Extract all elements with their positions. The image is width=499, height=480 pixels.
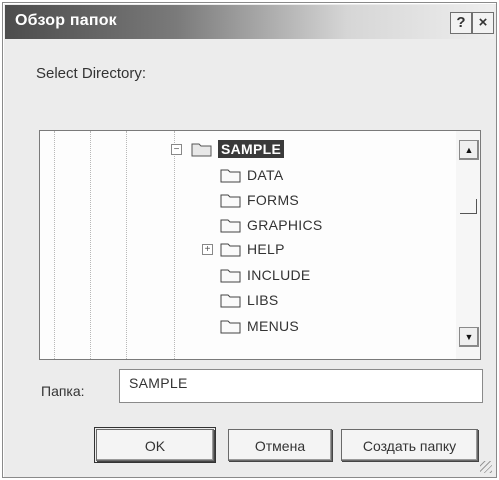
window-title: Обзор папок	[15, 12, 117, 29]
tree-node-libs[interactable]: LIBS	[220, 288, 279, 312]
expand-expander[interactable]: +	[202, 244, 213, 255]
select-directory-label: Select Directory:	[36, 65, 147, 82]
folder-icon	[220, 169, 241, 183]
folder-tree[interactable]: − SAMPLE DATA FORMS GRAPHICS + HELP INCL…	[39, 130, 481, 360]
scroll-up-button[interactable]: ▲	[459, 140, 479, 160]
folder-icon	[220, 294, 241, 308]
resize-grip[interactable]	[480, 461, 492, 473]
close-button[interactable]: ×	[472, 12, 494, 34]
folder-icon	[220, 269, 241, 283]
ok-button[interactable]: OK	[94, 427, 216, 463]
tree-node-label: MENUS	[247, 318, 300, 334]
tree-guide-line	[126, 131, 127, 359]
cancel-button[interactable]: Отмена	[228, 429, 332, 461]
folder-icon	[220, 320, 241, 334]
tree-node-label: INCLUDE	[247, 267, 311, 283]
browse-folders-dialog: Обзор папок ? × Select Directory: − SAMP…	[2, 2, 497, 478]
tree-node-include[interactable]: INCLUDE	[220, 263, 311, 287]
create-folder-button[interactable]: Создать папку	[341, 429, 478, 461]
tree-node-forms[interactable]: FORMS	[220, 188, 299, 212]
folder-name-input[interactable]	[119, 369, 483, 403]
collapse-expander[interactable]: −	[171, 144, 182, 155]
tree-node-label: LIBS	[247, 292, 279, 308]
folder-icon	[220, 219, 241, 233]
folder-icon	[220, 194, 241, 208]
tree-guide-line	[90, 131, 91, 359]
tree-node-label: DATA	[247, 167, 284, 183]
tree-node-help[interactable]: HELP	[220, 237, 285, 261]
vertical-scrollbar[interactable]: ▲ ▼	[456, 131, 480, 359]
folder-icon	[220, 243, 241, 257]
tree-node-sample[interactable]: SAMPLE	[191, 137, 285, 161]
help-button[interactable]: ?	[450, 12, 472, 34]
tree-node-label: HELP	[247, 241, 285, 257]
scroll-down-button[interactable]: ▼	[459, 327, 479, 347]
tree-node-label: SAMPLE	[218, 140, 285, 158]
tree-node-menus[interactable]: MENUS	[220, 314, 299, 338]
scroll-thumb[interactable]	[460, 199, 477, 214]
folder-open-icon	[191, 143, 212, 157]
tree-node-label: GRAPHICS	[247, 217, 323, 233]
tree-node-graphics[interactable]: GRAPHICS	[220, 213, 323, 237]
tree-guide-line	[174, 131, 175, 359]
tree-node-data[interactable]: DATA	[220, 163, 283, 187]
tree-guide-line	[54, 131, 55, 359]
tree-node-label: FORMS	[247, 192, 300, 208]
title-bar[interactable]: Обзор папок ? ×	[5, 5, 494, 39]
folder-field-label: Папка:	[41, 383, 85, 399]
